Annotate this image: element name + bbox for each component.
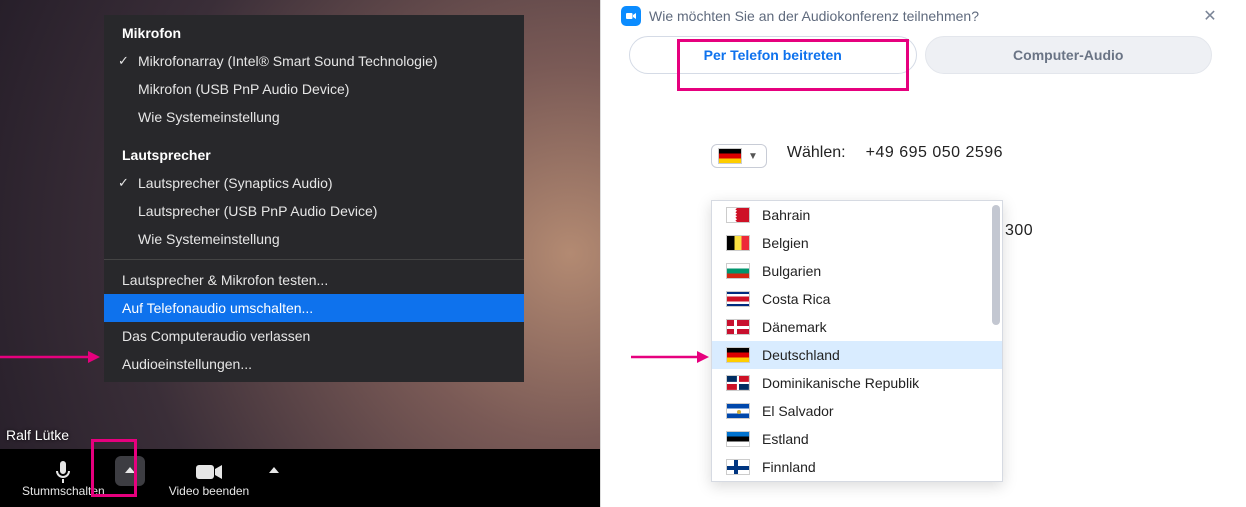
speaker-option-1[interactable]: Lautsprecher (USB PnP Audio Device): [104, 197, 524, 225]
country-name: Bahrain: [762, 207, 810, 223]
audio-settings-item[interactable]: Audioeinstellungen...: [104, 350, 524, 378]
country-name: Estland: [762, 431, 809, 447]
speaker-section-title: Lautsprecher: [104, 137, 524, 169]
mic-option-1[interactable]: Mikrofon (USB PnP Audio Device): [104, 75, 524, 103]
dial-numbers: +49 695 050 2596: [866, 144, 1003, 162]
flag-icon: [726, 375, 750, 391]
flag-icon: [726, 403, 750, 419]
phone-number-partial: 300: [1005, 222, 1033, 240]
test-audio-item[interactable]: Lautsprecher & Mikrofon testen...: [104, 266, 524, 294]
chevron-up-icon: [269, 464, 279, 478]
video-options-chevron[interactable]: [259, 456, 289, 486]
close-icon: ✕: [1203, 6, 1216, 26]
speaker-option-2[interactable]: Wie Systemeinstellung: [104, 225, 524, 253]
country-option[interactable]: El Salvador: [712, 397, 1002, 425]
leave-computer-audio-item[interactable]: Das Computeraudio verlassen: [104, 322, 524, 350]
join-audio-dialog: Wie möchten Sie an der Audiokonferenz te…: [600, 0, 1246, 507]
flag-icon: [726, 235, 750, 251]
country-option[interactable]: Bahrain: [712, 201, 1002, 229]
flag-icon: [718, 148, 742, 164]
flag-icon: [726, 207, 750, 223]
country-name: El Salvador: [762, 403, 834, 419]
mic-section-title: Mikrofon: [104, 15, 524, 47]
country-option[interactable]: Deutschland: [712, 341, 1002, 369]
zoom-logo-icon: [621, 6, 641, 26]
switch-to-phone-audio-item[interactable]: Auf Telefonaudio umschalten...: [104, 294, 524, 322]
flag-icon: [726, 263, 750, 279]
annotation-arrow-right: [631, 348, 709, 366]
close-button[interactable]: ✕: [1200, 6, 1220, 26]
annotation-arrow-left: [0, 348, 100, 366]
country-name: Dominikanische Republik: [762, 375, 919, 391]
flag-icon: [726, 291, 750, 307]
annotation-highlight-chevron: [91, 439, 137, 497]
country-option[interactable]: Dominikanische Republik: [712, 369, 1002, 397]
country-option[interactable]: Estland: [712, 425, 1002, 453]
annotation-highlight-tab: [677, 39, 909, 91]
participant-name: Ralf Lütke: [6, 427, 69, 443]
flag-icon: [726, 347, 750, 363]
dial-label: Wählen:: [787, 144, 846, 162]
mic-option-2[interactable]: Wie Systemeinstellung: [104, 103, 524, 131]
country-option[interactable]: Belgien: [712, 229, 1002, 257]
flag-icon: [726, 319, 750, 335]
microphone-icon: [53, 460, 73, 484]
menu-separator: [104, 259, 524, 260]
country-select-button[interactable]: ▼: [711, 144, 767, 168]
scrollbar-thumb[interactable]: [992, 205, 1000, 325]
country-name: Deutschland: [762, 347, 840, 363]
country-option[interactable]: Dänemark: [712, 313, 1002, 341]
country-name: Dänemark: [762, 319, 827, 335]
country-name: Finnland: [762, 459, 816, 475]
country-option[interactable]: Bulgarien: [712, 257, 1002, 285]
dial-row: ▼ Wählen: +49 695 050 2596: [711, 144, 1226, 168]
country-dropdown: Bahrain Belgien Bulgarien Costa Rica Dänemar…: [711, 200, 1003, 482]
country-name: Belgien: [762, 235, 809, 251]
video-label: Video beenden: [169, 484, 250, 498]
caret-down-icon: ▼: [748, 151, 758, 162]
dialog-titlebar: Wie möchten Sie an der Audiokonferenz te…: [615, 6, 1226, 36]
flag-icon: [726, 431, 750, 447]
country-name: Costa Rica: [762, 291, 830, 307]
country-option[interactable]: Costa Rica: [712, 285, 1002, 313]
phone-number-1: +49 695 050 2596: [866, 144, 1003, 162]
tab-computer-audio[interactable]: Computer-Audio: [925, 36, 1213, 74]
video-button[interactable]: Video beenden: [159, 449, 260, 507]
country-name: Bulgarien: [762, 263, 821, 279]
zoom-main-window: Mikrofon Mikrofonarray (Intel® Smart Sou…: [0, 0, 600, 507]
flag-icon: [726, 459, 750, 475]
video-camera-icon: [196, 460, 222, 484]
audio-options-menu: Mikrofon Mikrofonarray (Intel® Smart Sou…: [104, 15, 524, 382]
dialog-title: Wie möchten Sie an der Audiokonferenz te…: [649, 8, 979, 24]
meeting-toolbar: Stummschalten Video beenden: [0, 449, 600, 507]
mic-option-0[interactable]: Mikrofonarray (Intel® Smart Sound Techno…: [104, 47, 524, 75]
country-option[interactable]: Finnland: [712, 453, 1002, 481]
speaker-option-0[interactable]: Lautsprecher (Synaptics Audio): [104, 169, 524, 197]
